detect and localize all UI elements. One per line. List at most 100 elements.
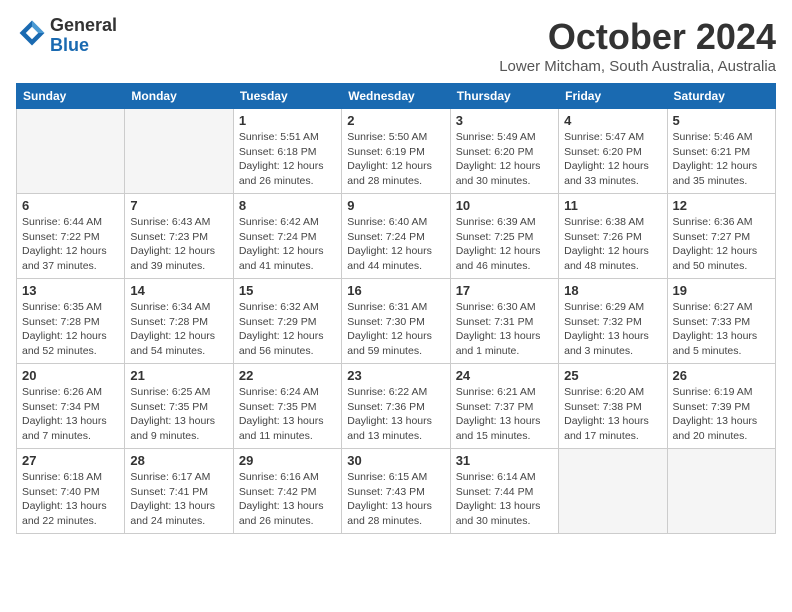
calendar-day-cell: 12Sunrise: 6:36 AM Sunset: 7:27 PM Dayli… bbox=[667, 194, 775, 279]
day-info: Sunrise: 6:40 AM Sunset: 7:24 PM Dayligh… bbox=[347, 215, 444, 274]
day-info: Sunrise: 6:19 AM Sunset: 7:39 PM Dayligh… bbox=[673, 385, 770, 444]
calendar-day-cell: 23 Sunrise: 6:22 AM Sunset: 7:36 PM Dayli… bbox=[342, 364, 450, 449]
day-info: Sunrise: 5:49 AM Sunset: 6:20 PM Dayligh… bbox=[456, 130, 553, 189]
calendar-day-cell: 25Sunrise: 6:20 AM Sunset: 7:38 PM Dayli… bbox=[559, 364, 667, 449]
day-info: Sunrise: 6:27 AM Sunset: 7:33 PM Dayligh… bbox=[673, 300, 770, 359]
location-title: Lower Mitcham, South Australia, Australi… bbox=[499, 58, 776, 75]
day-info: Sunrise: 6:17 AM Sunset: 7:41 PM Dayligh… bbox=[130, 470, 227, 529]
day-number: 14 bbox=[130, 283, 227, 298]
day-info: Sunrise: 6:30 AM Sunset: 7:31 PM Dayligh… bbox=[456, 300, 553, 359]
calendar-day-cell: 16 Sunrise: 6:31 AM Sunset: 7:30 PM Dayli… bbox=[342, 279, 450, 364]
day-info: Sunrise: 5:50 AM Sunset: 6:19 PM Dayligh… bbox=[347, 130, 444, 189]
calendar-day-cell bbox=[559, 449, 667, 534]
calendar-day-cell: 11 Sunrise: 6:38 AM Sunset: 7:26 PM Dayli… bbox=[559, 194, 667, 279]
calendar-day-cell: 29 Sunrise: 6:16 AM Sunset: 7:42 PM Dayli… bbox=[233, 449, 341, 534]
day-number: 23 bbox=[347, 368, 444, 383]
day-of-week-header: Sunday bbox=[17, 84, 125, 109]
calendar-day-cell: 27Sunrise: 6:18 AM Sunset: 7:40 PM Dayli… bbox=[17, 449, 125, 534]
calendar-day-cell: 1 Sunrise: 5:51 AM Sunset: 6:18 PM Daylig… bbox=[233, 109, 341, 194]
day-number: 21 bbox=[130, 368, 227, 383]
day-number: 5 bbox=[673, 113, 770, 128]
day-number: 8 bbox=[239, 198, 336, 213]
calendar-day-cell: 30Sunrise: 6:15 AM Sunset: 7:43 PM Dayli… bbox=[342, 449, 450, 534]
calendar-day-cell: 13Sunrise: 6:35 AM Sunset: 7:28 PM Dayli… bbox=[17, 279, 125, 364]
calendar-week-row: 1 Sunrise: 5:51 AM Sunset: 6:18 PM Daylig… bbox=[17, 109, 776, 194]
calendar-day-cell: 6 Sunrise: 6:44 AM Sunset: 7:22 PM Daylig… bbox=[17, 194, 125, 279]
day-number: 3 bbox=[456, 113, 553, 128]
day-info: Sunrise: 6:22 AM Sunset: 7:36 PM Dayligh… bbox=[347, 385, 444, 444]
calendar-day-cell: 21 Sunrise: 6:25 AM Sunset: 7:35 PM Dayli… bbox=[125, 364, 233, 449]
day-info: Sunrise: 6:35 AM Sunset: 7:28 PM Dayligh… bbox=[22, 300, 119, 359]
calendar-day-cell bbox=[667, 449, 775, 534]
day-info: Sunrise: 6:31 AM Sunset: 7:30 PM Dayligh… bbox=[347, 300, 444, 359]
calendar-day-cell: 17 Sunrise: 6:30 AM Sunset: 7:31 PM Dayli… bbox=[450, 279, 558, 364]
day-number: 4 bbox=[564, 113, 661, 128]
day-info: Sunrise: 6:39 AM Sunset: 7:25 PM Dayligh… bbox=[456, 215, 553, 274]
day-number: 2 bbox=[347, 113, 444, 128]
day-number: 22 bbox=[239, 368, 336, 383]
calendar-day-cell: 15Sunrise: 6:32 AM Sunset: 7:29 PM Dayli… bbox=[233, 279, 341, 364]
title-block: October 2024 Lower Mitcham, South Austra… bbox=[499, 16, 776, 75]
calendar-day-cell: 3 Sunrise: 5:49 AM Sunset: 6:20 PM Daylig… bbox=[450, 109, 558, 194]
day-info: Sunrise: 5:47 AM Sunset: 6:20 PM Dayligh… bbox=[564, 130, 661, 189]
calendar-day-cell: 4 Sunrise: 5:47 AM Sunset: 6:20 PM Daylig… bbox=[559, 109, 667, 194]
day-number: 1 bbox=[239, 113, 336, 128]
calendar-day-cell: 10Sunrise: 6:39 AM Sunset: 7:25 PM Dayli… bbox=[450, 194, 558, 279]
calendar-table: SundayMondayTuesdayWednesdayThursdayFrid… bbox=[16, 83, 776, 534]
day-info: Sunrise: 6:16 AM Sunset: 7:42 PM Dayligh… bbox=[239, 470, 336, 529]
calendar-header-row: SundayMondayTuesdayWednesdayThursdayFrid… bbox=[17, 84, 776, 109]
day-info: Sunrise: 6:44 AM Sunset: 7:22 PM Dayligh… bbox=[22, 215, 119, 274]
day-number: 9 bbox=[347, 198, 444, 213]
day-number: 28 bbox=[130, 453, 227, 468]
calendar-day-cell: 5 Sunrise: 5:46 AM Sunset: 6:21 PM Daylig… bbox=[667, 109, 775, 194]
day-of-week-header: Thursday bbox=[450, 84, 558, 109]
logo: General Blue bbox=[16, 16, 117, 56]
day-info: Sunrise: 6:43 AM Sunset: 7:23 PM Dayligh… bbox=[130, 215, 227, 274]
calendar-day-cell: 2 Sunrise: 5:50 AM Sunset: 6:19 PM Daylig… bbox=[342, 109, 450, 194]
day-number: 24 bbox=[456, 368, 553, 383]
day-number: 7 bbox=[130, 198, 227, 213]
calendar-day-cell: 20Sunrise: 6:26 AM Sunset: 7:34 PM Dayli… bbox=[17, 364, 125, 449]
calendar-day-cell: 28 Sunrise: 6:17 AM Sunset: 7:41 PM Dayli… bbox=[125, 449, 233, 534]
day-number: 15 bbox=[239, 283, 336, 298]
day-number: 31 bbox=[456, 453, 553, 468]
day-info: Sunrise: 5:51 AM Sunset: 6:18 PM Dayligh… bbox=[239, 130, 336, 189]
logo-text: General Blue bbox=[50, 16, 117, 56]
calendar-week-row: 27Sunrise: 6:18 AM Sunset: 7:40 PM Dayli… bbox=[17, 449, 776, 534]
day-info: Sunrise: 6:25 AM Sunset: 7:35 PM Dayligh… bbox=[130, 385, 227, 444]
day-number: 29 bbox=[239, 453, 336, 468]
calendar-day-cell: 8 Sunrise: 6:42 AM Sunset: 7:24 PM Daylig… bbox=[233, 194, 341, 279]
day-info: Sunrise: 6:38 AM Sunset: 7:26 PM Dayligh… bbox=[564, 215, 661, 274]
calendar-day-cell: 31 Sunrise: 6:14 AM Sunset: 7:44 PM Dayli… bbox=[450, 449, 558, 534]
day-info: Sunrise: 6:21 AM Sunset: 7:37 PM Dayligh… bbox=[456, 385, 553, 444]
calendar-day-cell: 26 Sunrise: 6:19 AM Sunset: 7:39 PM Dayli… bbox=[667, 364, 775, 449]
day-info: Sunrise: 6:24 AM Sunset: 7:35 PM Dayligh… bbox=[239, 385, 336, 444]
day-of-week-header: Friday bbox=[559, 84, 667, 109]
day-number: 11 bbox=[564, 198, 661, 213]
day-info: Sunrise: 6:42 AM Sunset: 7:24 PM Dayligh… bbox=[239, 215, 336, 274]
day-info: Sunrise: 5:46 AM Sunset: 6:21 PM Dayligh… bbox=[673, 130, 770, 189]
day-number: 17 bbox=[456, 283, 553, 298]
day-of-week-header: Saturday bbox=[667, 84, 775, 109]
day-number: 16 bbox=[347, 283, 444, 298]
day-number: 20 bbox=[22, 368, 119, 383]
day-info: Sunrise: 6:14 AM Sunset: 7:44 PM Dayligh… bbox=[456, 470, 553, 529]
day-number: 26 bbox=[673, 368, 770, 383]
calendar-day-cell: 24 Sunrise: 6:21 AM Sunset: 7:37 PM Dayli… bbox=[450, 364, 558, 449]
day-number: 19 bbox=[673, 283, 770, 298]
month-title: October 2024 bbox=[499, 16, 776, 58]
calendar-week-row: 20Sunrise: 6:26 AM Sunset: 7:34 PM Dayli… bbox=[17, 364, 776, 449]
page-header: General Blue October 2024 Lower Mitcham,… bbox=[16, 16, 776, 75]
calendar-day-cell: 19 Sunrise: 6:27 AM Sunset: 7:33 PM Dayli… bbox=[667, 279, 775, 364]
calendar-day-cell bbox=[17, 109, 125, 194]
day-info: Sunrise: 6:18 AM Sunset: 7:40 PM Dayligh… bbox=[22, 470, 119, 529]
day-number: 18 bbox=[564, 283, 661, 298]
calendar-day-cell: 14Sunrise: 6:34 AM Sunset: 7:28 PM Dayli… bbox=[125, 279, 233, 364]
logo-blue: Blue bbox=[50, 35, 89, 55]
calendar-day-cell: 18 Sunrise: 6:29 AM Sunset: 7:32 PM Dayli… bbox=[559, 279, 667, 364]
day-of-week-header: Wednesday bbox=[342, 84, 450, 109]
day-number: 6 bbox=[22, 198, 119, 213]
logo-icon bbox=[18, 19, 46, 47]
day-info: Sunrise: 6:15 AM Sunset: 7:43 PM Dayligh… bbox=[347, 470, 444, 529]
day-info: Sunrise: 6:29 AM Sunset: 7:32 PM Dayligh… bbox=[564, 300, 661, 359]
